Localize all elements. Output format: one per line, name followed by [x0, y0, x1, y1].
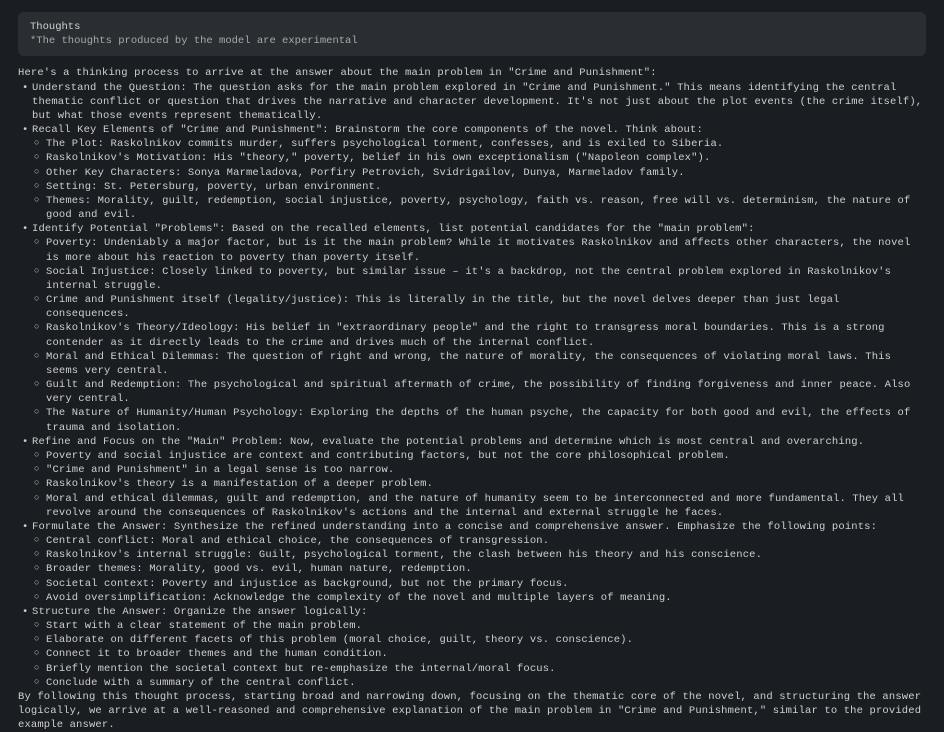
thinking-subitem: Poverty and social injustice are context… — [32, 449, 926, 463]
thinking-subitem: "Crime and Punishment" in a legal sense … — [32, 463, 926, 477]
thinking-sublist: Poverty: Undeniably a major factor, but … — [32, 236, 926, 434]
thinking-subitem: Moral and Ethical Dilemmas: The question… — [32, 350, 926, 378]
thoughts-header-box: Thoughts *The thoughts produced by the m… — [18, 12, 926, 56]
thinking-subitem: Connect it to broader themes and the hum… — [32, 647, 926, 661]
thinking-item-text: Recall Key Elements of "Crime and Punish… — [32, 124, 703, 136]
thinking-sublist: Start with a clear statement of the main… — [32, 619, 926, 690]
thinking-subitem: Briefly mention the societal context but… — [32, 662, 926, 676]
thinking-subitem: Start with a clear statement of the main… — [32, 619, 926, 633]
thinking-subitem: Raskolnikov's theory is a manifestation … — [32, 477, 926, 491]
thinking-subitem: Social Injustice: Closely linked to pove… — [32, 265, 926, 293]
outro-line: By following this thought process, start… — [18, 690, 926, 732]
thinking-item-text: Refine and Focus on the "Main" Problem: … — [32, 436, 864, 448]
thinking-sublist: Central conflict: Moral and ethical choi… — [32, 534, 926, 605]
thinking-item-text: Formulate the Answer: Synthesize the ref… — [32, 521, 877, 533]
thinking-subitem: Societal context: Poverty and injustice … — [32, 577, 926, 591]
thinking-subitem: The Plot: Raskolnikov commits murder, su… — [32, 137, 926, 151]
thinking-subitem: Moral and ethical dilemmas, guilt and re… — [32, 492, 926, 520]
thinking-list: Understand the Question: The question as… — [18, 81, 926, 690]
thinking-subitem: Broader themes: Morality, good vs. evil,… — [32, 562, 926, 576]
thinking-item-text: Structure the Answer: Organize the answe… — [32, 606, 367, 618]
thoughts-content: Here's a thinking process to arrive at t… — [18, 66, 926, 732]
thinking-subitem: Elaborate on different facets of this pr… — [32, 633, 926, 647]
thinking-subitem: Setting: St. Petersburg, poverty, urban … — [32, 180, 926, 194]
thinking-sublist: The Plot: Raskolnikov commits murder, su… — [32, 137, 926, 222]
thinking-item: Identify Potential "Problems": Based on … — [18, 222, 926, 435]
thinking-subitem: Raskolnikov's internal struggle: Guilt, … — [32, 548, 926, 562]
thinking-subitem: Avoid oversimplification: Acknowledge th… — [32, 591, 926, 605]
thinking-subitem: Poverty: Undeniably a major factor, but … — [32, 236, 926, 264]
thinking-item: Refine and Focus on the "Main" Problem: … — [18, 435, 926, 520]
intro-line: Here's a thinking process to arrive at t… — [18, 66, 926, 80]
thinking-item: Understand the Question: The question as… — [18, 81, 926, 124]
thinking-item: Formulate the Answer: Synthesize the ref… — [18, 520, 926, 605]
thinking-subitem: Other Key Characters: Sonya Marmeladova,… — [32, 166, 926, 180]
thinking-item: Structure the Answer: Organize the answe… — [18, 605, 926, 690]
thinking-subitem: Crime and Punishment itself (legality/ju… — [32, 293, 926, 321]
thinking-sublist: Poverty and social injustice are context… — [32, 449, 926, 520]
thoughts-title: Thoughts — [30, 20, 914, 34]
thinking-subitem: Raskolnikov's Theory/Ideology: His belie… — [32, 321, 926, 349]
thinking-subitem: Central conflict: Moral and ethical choi… — [32, 534, 926, 548]
thinking-item-text: Identify Potential "Problems": Based on … — [32, 223, 755, 235]
thinking-item-text: Understand the Question: The question as… — [32, 82, 922, 122]
thinking-subitem: Raskolnikov's Motivation: His "theory," … — [32, 151, 926, 165]
thinking-subitem: Guilt and Redemption: The psychological … — [32, 378, 926, 406]
thinking-subitem: Themes: Morality, guilt, redemption, soc… — [32, 194, 926, 222]
thinking-subitem: Conclude with a summary of the central c… — [32, 676, 926, 690]
thinking-item: Recall Key Elements of "Crime and Punish… — [18, 123, 926, 222]
thinking-subitem: The Nature of Humanity/Human Psychology:… — [32, 406, 926, 434]
thoughts-note: *The thoughts produced by the model are … — [30, 34, 914, 48]
